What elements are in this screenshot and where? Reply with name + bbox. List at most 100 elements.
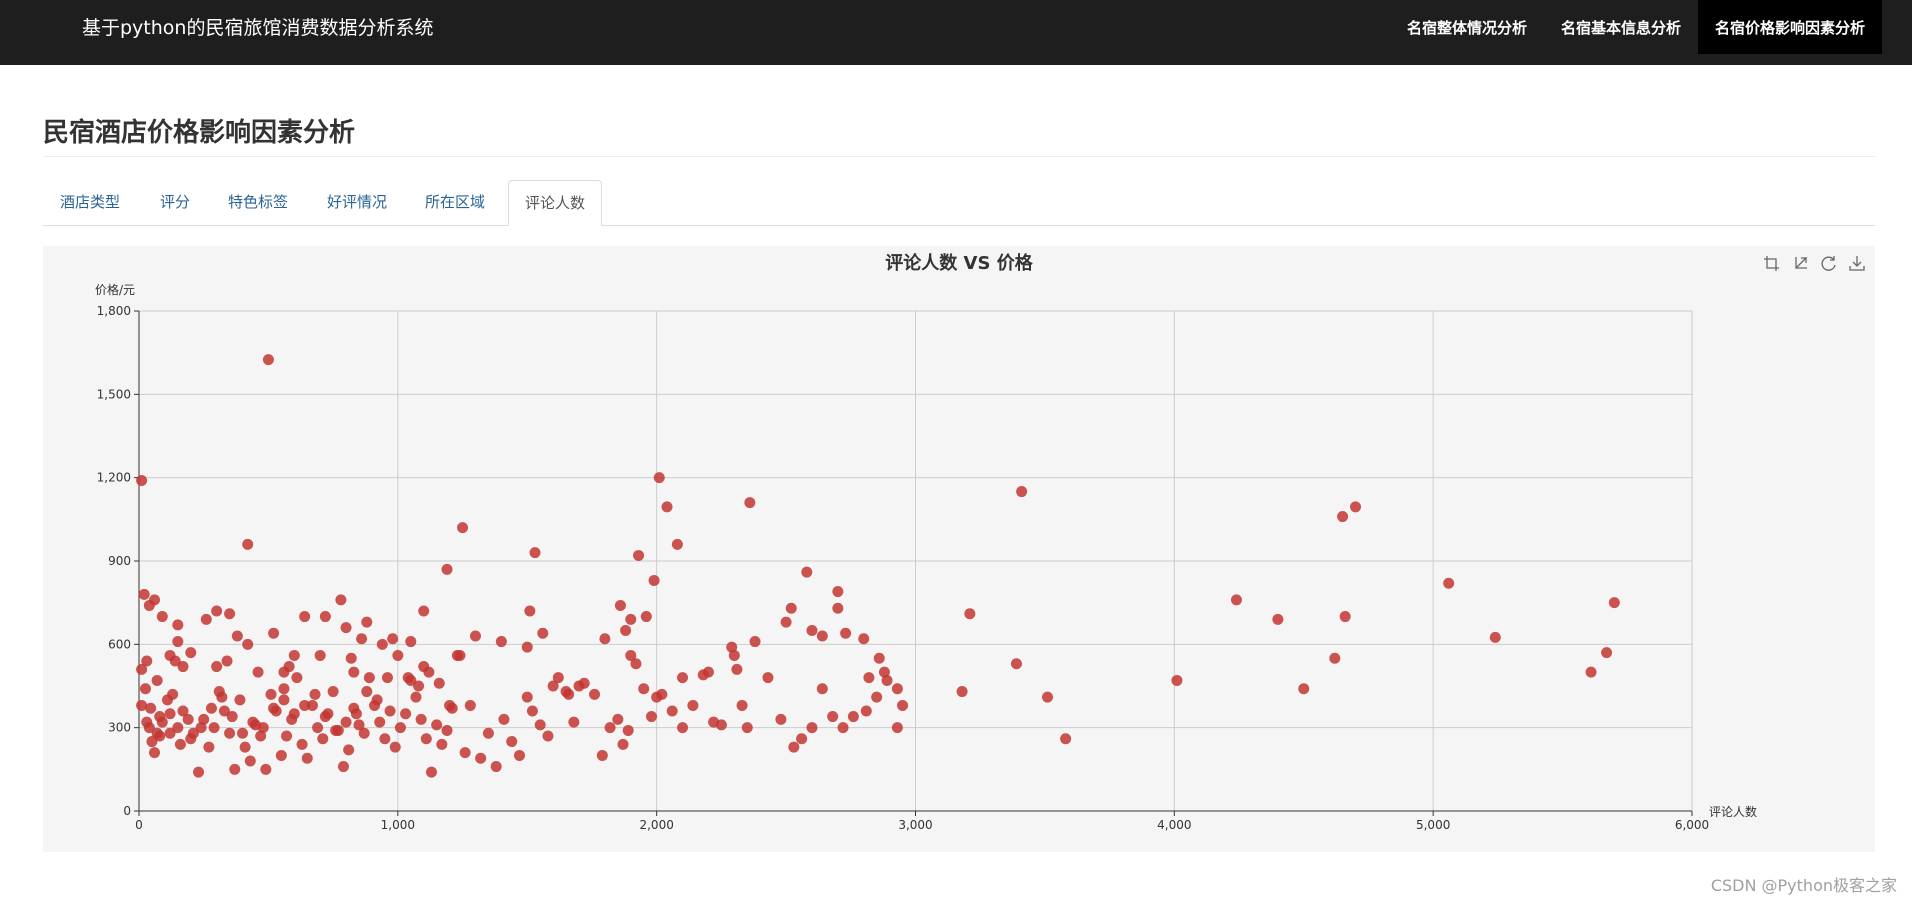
scatter-point[interactable] xyxy=(224,727,236,739)
scatter-point[interactable] xyxy=(871,691,883,703)
scatter-point[interactable] xyxy=(317,733,329,745)
scatter-point[interactable] xyxy=(394,722,406,734)
scatter-point[interactable] xyxy=(1585,666,1597,678)
scatter-point[interactable] xyxy=(498,713,510,725)
scatter-point[interactable] xyxy=(858,633,870,645)
tab-district[interactable]: 所在区域 xyxy=(425,180,485,224)
scatter-point[interactable] xyxy=(319,611,331,623)
scatter-point[interactable] xyxy=(741,722,753,734)
scatter-point[interactable] xyxy=(216,691,228,703)
scatter-point[interactable] xyxy=(645,711,657,723)
scatter-point[interactable] xyxy=(288,649,300,661)
scatter-point[interactable] xyxy=(529,547,541,559)
zoom-reset-icon[interactable] xyxy=(1795,257,1808,269)
scatter-point[interactable] xyxy=(208,722,220,734)
scatter-point[interactable] xyxy=(350,708,362,720)
scatter-point[interactable] xyxy=(614,599,626,611)
scatter-point[interactable] xyxy=(185,647,197,659)
scatter-point[interactable] xyxy=(459,747,471,759)
scatter-point[interactable] xyxy=(796,733,808,745)
scatter-point[interactable] xyxy=(376,638,388,650)
scatter-point[interactable] xyxy=(1042,691,1054,703)
scatter-point[interactable] xyxy=(537,627,549,639)
scatter-point[interactable] xyxy=(671,538,683,550)
scatter-point[interactable] xyxy=(138,588,150,600)
nav-price-factors-analysis[interactable]: 名宿价格影响因素分析 xyxy=(1697,0,1882,54)
scatter-point[interactable] xyxy=(897,699,909,711)
scatter-point[interactable] xyxy=(542,730,554,742)
scatter-point[interactable] xyxy=(335,594,347,606)
scatter-point[interactable] xyxy=(275,749,287,761)
scatter-point[interactable] xyxy=(301,752,313,764)
scatter-point[interactable] xyxy=(840,627,852,639)
scatter-point[interactable] xyxy=(296,738,308,750)
scatter-point[interactable] xyxy=(521,691,533,703)
scatter-point[interactable] xyxy=(340,622,352,634)
scatter-point[interactable] xyxy=(620,624,632,636)
scatter-point[interactable] xyxy=(337,761,349,773)
scatter-point[interactable] xyxy=(847,711,859,723)
scatter-point[interactable] xyxy=(167,688,179,700)
scatter-point[interactable] xyxy=(141,655,153,667)
scatter-point[interactable] xyxy=(526,705,538,717)
scatter-point[interactable] xyxy=(203,741,215,753)
scatter-point[interactable] xyxy=(257,722,269,734)
scatter-point[interactable] xyxy=(956,686,968,698)
scatter-point[interactable] xyxy=(661,501,673,513)
tab-rating[interactable]: 评分 xyxy=(160,180,190,224)
scatter-point[interactable] xyxy=(457,522,469,534)
scatter-point[interactable] xyxy=(363,672,375,684)
scatter-point[interactable] xyxy=(252,666,264,678)
scatter-point[interactable] xyxy=(418,661,430,673)
nav-basic-info-analysis[interactable]: 名宿基本信息分析 xyxy=(1544,0,1698,54)
scatter-point[interactable] xyxy=(677,672,689,684)
scatter-point[interactable] xyxy=(744,497,756,509)
scatter-point[interactable] xyxy=(837,722,849,734)
scatter-point[interactable] xyxy=(356,633,368,645)
scatter-point[interactable] xyxy=(1443,577,1455,589)
scatter-point[interactable] xyxy=(231,630,243,642)
scatter-point[interactable] xyxy=(715,719,727,731)
scatter-point[interactable] xyxy=(891,683,903,695)
restore-icon[interactable] xyxy=(1821,256,1836,271)
scatter-point[interactable] xyxy=(260,763,272,775)
scatter-point[interactable] xyxy=(278,694,290,706)
scatter-point[interactable] xyxy=(312,722,324,734)
scatter-point[interactable] xyxy=(431,719,443,731)
scatter-point[interactable] xyxy=(247,716,259,728)
scatter-point[interactable] xyxy=(547,680,559,692)
zoom-icon[interactable] xyxy=(1764,256,1779,271)
scatter-point[interactable] xyxy=(327,686,339,698)
tab-hotel-type[interactable]: 酒店类型 xyxy=(60,180,120,224)
scatter-point[interactable] xyxy=(785,602,797,614)
scatter-point[interactable] xyxy=(524,605,536,617)
scatter-point[interactable] xyxy=(229,763,241,775)
scatter-point[interactable] xyxy=(361,616,373,628)
scatter-point[interactable] xyxy=(832,586,844,598)
scatter-point[interactable] xyxy=(418,605,430,617)
scatter-point[interactable] xyxy=(441,724,453,736)
scatter-point[interactable] xyxy=(441,563,453,575)
tab-review-count[interactable]: 评论人数 xyxy=(508,180,603,226)
scatter-point[interactable] xyxy=(482,727,494,739)
scatter-point[interactable] xyxy=(299,699,311,711)
scatter-point[interactable] xyxy=(736,699,748,711)
scatter-point[interactable] xyxy=(604,722,616,734)
scatter-point[interactable] xyxy=(164,708,176,720)
scatter-point[interactable] xyxy=(149,747,161,759)
tab-positive-reviews[interactable]: 好评情况 xyxy=(327,180,387,224)
scatter-point[interactable] xyxy=(625,613,637,625)
scatter-point[interactable] xyxy=(154,711,166,723)
scatter-point[interactable] xyxy=(299,611,311,623)
scatter-point[interactable] xyxy=(860,705,872,717)
scatter-point[interactable] xyxy=(358,727,370,739)
scatter-point[interactable] xyxy=(200,613,212,625)
scatter-point[interactable] xyxy=(145,702,157,714)
scatter-point[interactable] xyxy=(1337,511,1349,523)
scatter-point[interactable] xyxy=(599,633,611,645)
scatter-point[interactable] xyxy=(392,649,404,661)
scatter-point[interactable] xyxy=(340,716,352,728)
scatter-point[interactable] xyxy=(319,711,331,723)
scatter-point[interactable] xyxy=(268,702,280,714)
scatter-point[interactable] xyxy=(454,649,466,661)
